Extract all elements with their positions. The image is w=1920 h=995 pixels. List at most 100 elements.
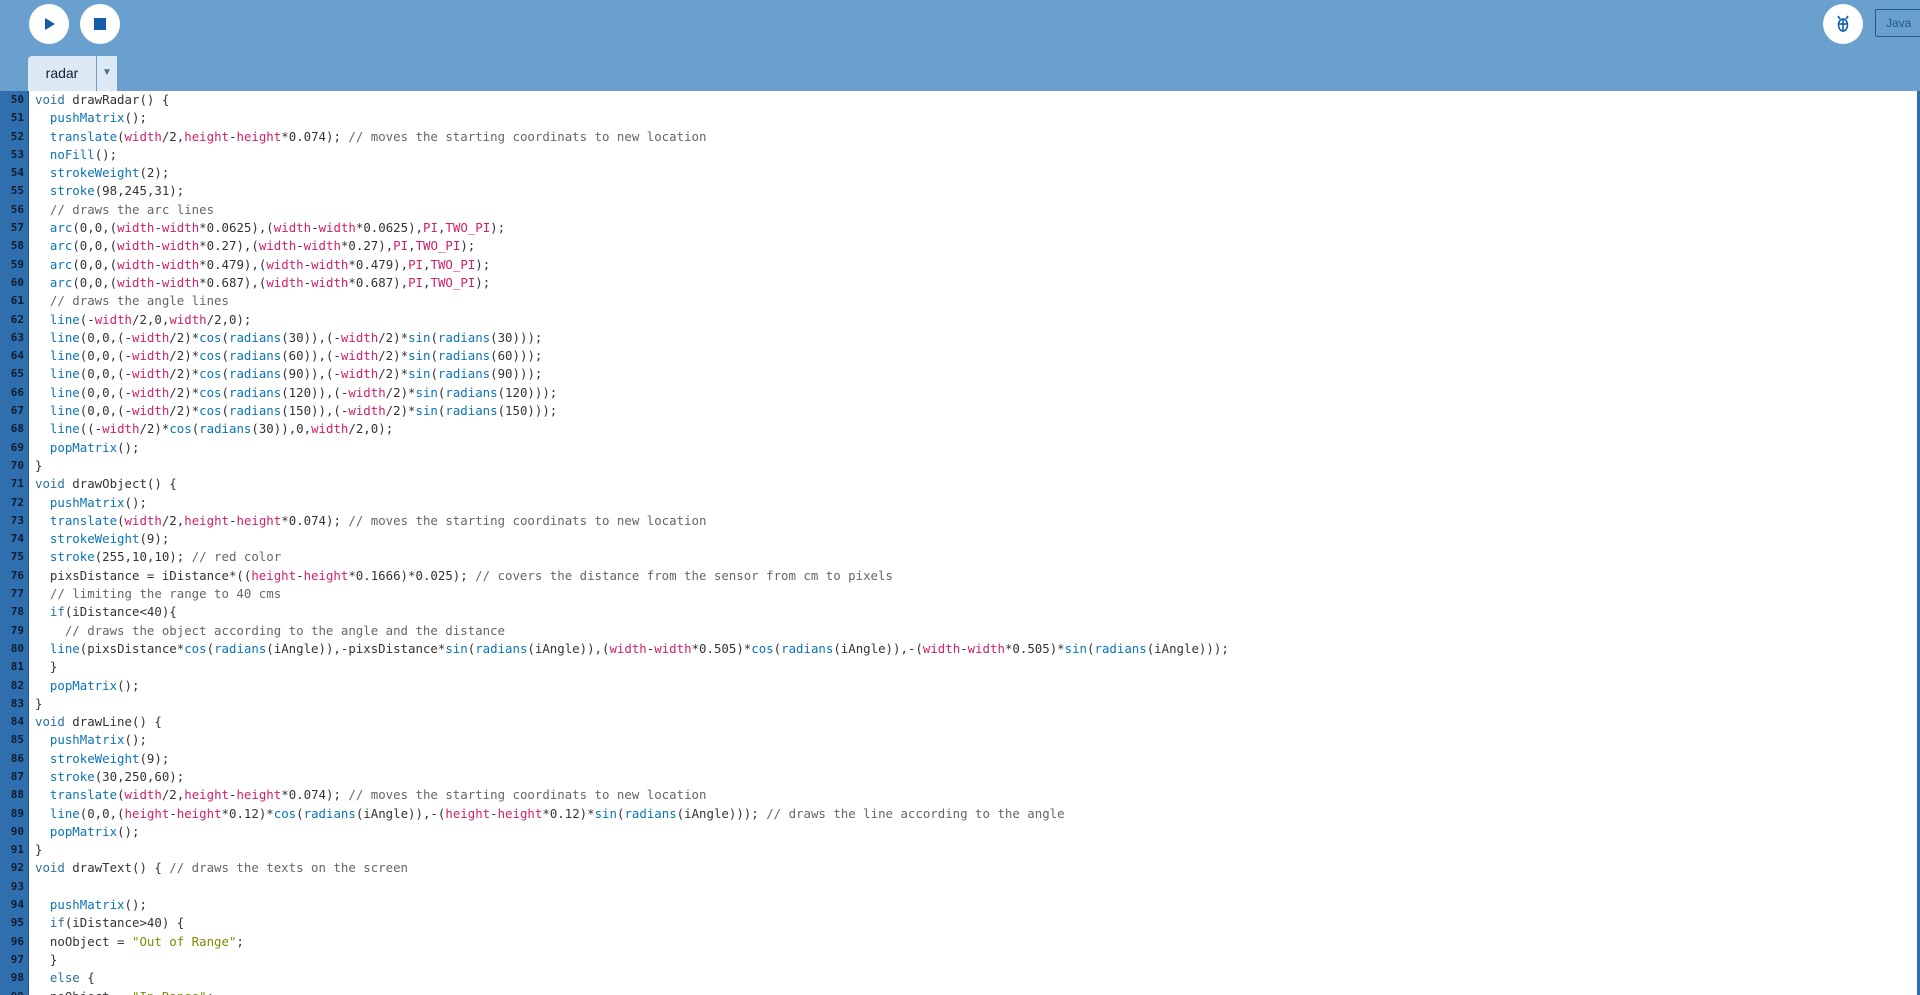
mode-selector[interactable]: Java	[1875, 9, 1920, 37]
code-line[interactable]: 95 if(iDistance>40) {	[0, 914, 1920, 932]
code-line[interactable]: 71 void drawObject() {	[0, 475, 1920, 493]
code-line[interactable]: 82 popMatrix();	[0, 677, 1920, 695]
code-line[interactable]: 73 translate(width/2,height-height*0.074…	[0, 512, 1920, 530]
code-line[interactable]: 64 line(0,0,(-width/2)*cos(radians(60)),…	[0, 347, 1920, 365]
code-line[interactable]: 91}	[0, 841, 1920, 859]
code-line[interactable]: 75 stroke(255,10,10); // red color	[0, 548, 1920, 566]
tab-radar[interactable]: radar	[28, 56, 96, 91]
code-line[interactable]: 93	[0, 878, 1920, 896]
code-line[interactable]: 68 line((-width/2)*cos(radians(30)),0,wi…	[0, 420, 1920, 438]
code-line[interactable]: 79 // draws the object according to the …	[0, 622, 1920, 640]
code-token: height	[184, 512, 229, 528]
code-line[interactable]: 92 void drawText() { // draws the texts o…	[0, 859, 1920, 877]
code-token: TWO_PI	[445, 220, 491, 236]
code-token: (	[430, 366, 438, 382]
code-line[interactable]: 65 line(0,0,(-width/2)*cos(radians(90)),…	[0, 365, 1920, 383]
code-line[interactable]: 90 popMatrix();	[0, 823, 1920, 841]
code-text: line(0,0,(-width/2)*cos(radians(90)),(-w…	[35, 365, 542, 383]
code-text: arc(0,0,(width-width*0.27),(width-width*…	[35, 237, 475, 255]
run-button[interactable]	[29, 4, 69, 44]
play-icon	[45, 18, 55, 30]
code-line[interactable]: 97 }	[0, 951, 1920, 969]
code-line[interactable]: 70}	[0, 457, 1920, 475]
code-line[interactable]: 54 strokeWeight(2);	[0, 164, 1920, 182]
code-line[interactable]: 94 pushMatrix();	[0, 896, 1920, 914]
code-token: -	[960, 640, 968, 656]
debugger-button[interactable]	[1823, 4, 1863, 44]
code-line[interactable]: 60 arc(0,0,(width-width*0.687),(width-wi…	[0, 274, 1920, 292]
code-editor[interactable]: 50 void drawRadar() {51 pushMatrix(); 52 t…	[0, 91, 1920, 995]
code-text: pushMatrix();	[35, 494, 147, 512]
code-line[interactable]: 51 pushMatrix();	[0, 109, 1920, 127]
code-line[interactable]: 56 // draws the arc lines	[0, 201, 1920, 219]
code-token: sin	[415, 403, 438, 419]
code-token: ();	[124, 494, 147, 510]
code-token: /2,	[161, 512, 185, 528]
code-token: TWO_PI	[430, 274, 476, 290]
code-line[interactable]: 89 line(0,0,(height-height*0.12)*cos(rad…	[0, 805, 1920, 823]
code-line[interactable]: 55 stroke(98,245,31);	[0, 182, 1920, 200]
code-text: noObject = "In Range";	[35, 988, 214, 995]
code-line[interactable]: 63 line(0,0,(-width/2)*cos(radians(30)),…	[0, 329, 1920, 347]
code-line[interactable]: 53 noFill();	[0, 146, 1920, 164]
code-line[interactable]: 85 pushMatrix();	[0, 731, 1920, 749]
code-token: sin	[445, 640, 468, 656]
code-token: radians	[437, 348, 491, 364]
code-token: void	[35, 714, 65, 730]
code-token: stroke	[49, 549, 95, 565]
tab-menu-button[interactable]: ▼	[97, 56, 117, 91]
code-line[interactable]: 98 else {	[0, 969, 1920, 987]
code-text: void drawRadar() {	[35, 91, 169, 109]
code-token: /2)*	[169, 403, 200, 419]
code-token: arc	[49, 238, 73, 254]
code-line[interactable]: 81 }	[0, 658, 1920, 676]
code-token: sin	[415, 384, 438, 400]
code-line[interactable]: 96 noObject = "Out of Range";	[0, 933, 1920, 951]
code-line[interactable]: 80 line(pixsDistance*cos(radians(iAngle)…	[0, 640, 1920, 658]
code-token: (150)),(-	[281, 403, 349, 419]
code-line[interactable]: 86 strokeWeight(9);	[0, 750, 1920, 768]
code-text: void drawLine() {	[35, 713, 162, 731]
code-line[interactable]: 76 pixsDistance = iDistance*((height-hei…	[0, 567, 1920, 585]
code-line[interactable]: 83}	[0, 695, 1920, 713]
code-line[interactable]: 58 arc(0,0,(width-width*0.27),(width-wid…	[0, 237, 1920, 255]
code-token: radians	[445, 384, 498, 400]
code-line[interactable]: 77 // limiting the range to 40 cms	[0, 585, 1920, 603]
code-text: line((-width/2)*cos(radians(30)),0,width…	[35, 420, 393, 438]
code-line[interactable]: 99 noObject = "In Range";	[0, 988, 1920, 995]
stop-icon	[94, 18, 106, 30]
line-number: 70	[10, 458, 24, 472]
code-text: void drawObject() {	[35, 475, 177, 493]
code-token: (120)),(-	[281, 384, 349, 400]
code-line[interactable]: 66 line(0,0,(-width/2)*cos(radians(120))…	[0, 384, 1920, 402]
code-line[interactable]: 72 pushMatrix();	[0, 494, 1920, 512]
code-token: /2,0);	[348, 421, 394, 437]
code-line[interactable]: 57 arc(0,0,(width-width*0.0625),(width-w…	[0, 219, 1920, 237]
stop-button[interactable]	[80, 4, 120, 44]
code-token: (0,0,(-	[79, 329, 132, 345]
code-line[interactable]: 59 arc(0,0,(width-width*0.479),(width-wi…	[0, 256, 1920, 274]
code-line[interactable]: 84 void drawLine() {	[0, 713, 1920, 731]
code-line[interactable]: 67 line(0,0,(-width/2)*cos(radians(150))…	[0, 402, 1920, 420]
code-line[interactable]: 52 translate(width/2,height-height*0.074…	[0, 128, 1920, 146]
code-line[interactable]: 74 strokeWeight(9);	[0, 530, 1920, 548]
code-line[interactable]: 78 if(iDistance<40){	[0, 603, 1920, 621]
code-line[interactable]: 62 line(-width/2,0,width/2,0);	[0, 311, 1920, 329]
code-token: *0.12)*	[542, 805, 595, 821]
code-token: (-	[79, 311, 95, 327]
code-token: cos	[273, 805, 297, 821]
code-line[interactable]: 50 void drawRadar() {	[0, 91, 1920, 109]
code-text: // draws the object according to the ang…	[35, 622, 505, 640]
code-token: (0,0,(	[79, 805, 125, 821]
code-text: popMatrix();	[35, 439, 140, 457]
code-line[interactable]: 61 // draws the angle lines	[0, 292, 1920, 310]
code-line[interactable]: 87 stroke(30,250,60);	[0, 768, 1920, 786]
code-line[interactable]: 69 popMatrix();	[0, 439, 1920, 457]
code-line[interactable]: 88 translate(width/2,height-height*0.074…	[0, 786, 1920, 804]
